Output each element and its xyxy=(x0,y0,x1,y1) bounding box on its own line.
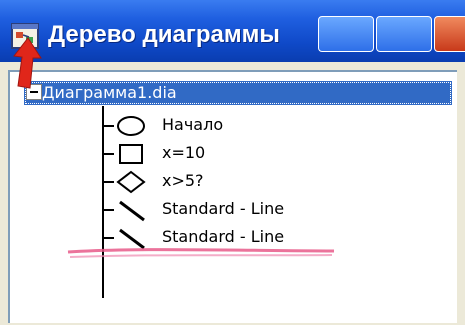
tree-branch-line xyxy=(102,209,114,211)
red-pointer-arrow-icon xyxy=(13,37,42,89)
tree-item-label[interactable]: Standard - Line xyxy=(162,196,284,222)
tree-branch-line xyxy=(102,181,114,183)
ellipse-shape-icon xyxy=(117,116,145,136)
diagram-tree-window: Дерево диаграммы Диаграмма1.dia Начало x… xyxy=(0,0,465,325)
tree-branch-line xyxy=(102,153,114,155)
window-frame: Диаграмма1.dia Начало x=10 x>5? Standard… xyxy=(0,62,465,325)
tree-item-label[interactable]: x>5? xyxy=(162,168,204,194)
tree-root-label[interactable]: Диаграмма1.dia xyxy=(42,81,177,105)
maximize-button[interactable] xyxy=(376,16,432,52)
minimize-button[interactable] xyxy=(318,16,374,52)
tree-connector-line xyxy=(102,106,104,298)
title-bar[interactable]: Дерево диаграммы xyxy=(0,0,465,62)
diagram-tree: Диаграмма1.dia Начало x=10 x>5? Standard… xyxy=(10,72,457,323)
pink-underline-mark xyxy=(67,248,335,258)
tree-panel[interactable]: Диаграмма1.dia Начало x=10 x>5? Standard… xyxy=(8,70,457,323)
line-shape-icon xyxy=(119,200,145,222)
window-title: Дерево диаграммы xyxy=(48,21,280,48)
tree-branch-line xyxy=(102,125,114,127)
tree-item-label[interactable]: Начало xyxy=(162,112,223,138)
diamond-shape-icon xyxy=(116,170,146,194)
rectangle-shape-icon xyxy=(119,144,143,164)
tree-branch-line xyxy=(102,237,114,239)
tree-item-label[interactable]: x=10 xyxy=(162,140,205,166)
close-button[interactable] xyxy=(434,16,465,52)
